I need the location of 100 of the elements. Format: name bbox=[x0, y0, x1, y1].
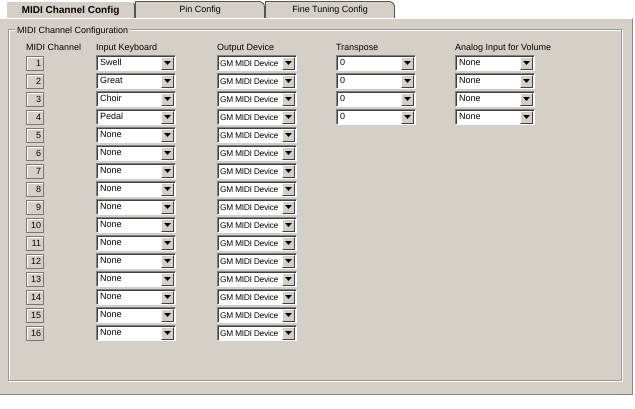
dropdown[interactable]: 0 bbox=[336, 55, 416, 71]
caret-icon bbox=[164, 277, 171, 281]
channel-number: 13 bbox=[26, 272, 44, 286]
caret-icon bbox=[285, 205, 292, 209]
caret-icon bbox=[285, 313, 292, 317]
column-header: Analog Input for Volume bbox=[455, 42, 552, 52]
caret-icon bbox=[285, 151, 292, 155]
channel-number: 14 bbox=[26, 290, 44, 304]
dropdown[interactable]: Pedal bbox=[96, 109, 176, 125]
channel-number: 6 bbox=[26, 146, 44, 160]
caret-icon bbox=[523, 61, 530, 65]
column-header: MIDI Channel bbox=[26, 42, 82, 52]
channel-number: 8 bbox=[26, 182, 44, 196]
caret-icon bbox=[164, 151, 171, 155]
caret-icon bbox=[523, 97, 530, 101]
column-header: Transpose bbox=[336, 42, 378, 52]
tab[interactable]: MIDI Channel Config bbox=[5, 0, 135, 18]
dropdown[interactable]: GM MIDI Device bbox=[217, 217, 297, 233]
caret-icon bbox=[285, 97, 292, 101]
dropdown[interactable]: 0 bbox=[336, 91, 416, 107]
channel-number: 16 bbox=[26, 326, 44, 340]
dropdown[interactable]: GM MIDI Device bbox=[217, 127, 297, 143]
caret-icon bbox=[285, 187, 292, 191]
caret-icon bbox=[285, 241, 292, 245]
caret-icon bbox=[164, 205, 171, 209]
dropdown[interactable]: GM MIDI Device bbox=[217, 199, 297, 215]
channel-number: 9 bbox=[26, 200, 44, 214]
tab[interactable]: Pin Config bbox=[135, 1, 265, 18]
caret-icon bbox=[285, 223, 292, 227]
channel-number: 1 bbox=[26, 56, 44, 70]
caret-icon bbox=[404, 115, 411, 119]
caret-icon bbox=[164, 115, 171, 119]
caret-icon bbox=[164, 79, 171, 83]
caret-icon bbox=[285, 295, 292, 299]
dropdown[interactable]: None bbox=[96, 199, 176, 215]
dropdown[interactable]: GM MIDI Device bbox=[217, 271, 297, 287]
dropdown[interactable]: GM MIDI Device bbox=[217, 163, 297, 179]
dropdown[interactable]: None bbox=[455, 73, 535, 89]
dropdown[interactable]: None bbox=[455, 55, 535, 71]
tab[interactable]: Fine Tuning Config bbox=[265, 1, 395, 18]
caret-icon bbox=[404, 79, 411, 83]
channel-number: 4 bbox=[26, 110, 44, 124]
dropdown[interactable]: None bbox=[96, 253, 176, 269]
channel-number: 10 bbox=[26, 218, 44, 232]
dropdown[interactable]: GM MIDI Device bbox=[217, 91, 297, 107]
caret-icon bbox=[285, 259, 292, 263]
dropdown[interactable]: GM MIDI Device bbox=[217, 253, 297, 269]
dropdown[interactable]: Great bbox=[96, 73, 176, 89]
caret-icon bbox=[164, 133, 171, 137]
caret-icon bbox=[164, 223, 171, 227]
dropdown[interactable]: GM MIDI Device bbox=[217, 181, 297, 197]
caret-icon bbox=[164, 241, 171, 245]
dropdown[interactable]: None bbox=[96, 325, 176, 341]
caret-icon bbox=[164, 313, 171, 317]
dropdown[interactable]: Choir bbox=[96, 91, 176, 107]
caret-icon bbox=[523, 115, 530, 119]
caret-icon bbox=[285, 79, 292, 83]
dropdown[interactable]: GM MIDI Device bbox=[217, 145, 297, 161]
dropdown[interactable]: None bbox=[96, 145, 176, 161]
dropdown[interactable]: 0 bbox=[336, 109, 416, 125]
caret-icon bbox=[164, 295, 171, 299]
dropdown[interactable]: None bbox=[96, 217, 176, 233]
dropdown[interactable]: GM MIDI Device bbox=[217, 73, 297, 89]
caret-icon bbox=[285, 115, 292, 119]
caret-icon bbox=[404, 61, 411, 65]
caret-icon bbox=[523, 79, 530, 83]
channel-number: 7 bbox=[26, 164, 44, 178]
caret-icon bbox=[164, 187, 171, 191]
caret-icon bbox=[164, 97, 171, 101]
caret-icon bbox=[285, 169, 292, 173]
dropdown[interactable]: None bbox=[96, 163, 176, 179]
dropdown[interactable]: GM MIDI Device bbox=[217, 55, 297, 71]
dropdown[interactable]: None bbox=[96, 127, 176, 143]
dropdown[interactable]: GM MIDI Device bbox=[217, 289, 297, 305]
column-header: Input Keyboard bbox=[96, 42, 158, 52]
caret-icon bbox=[404, 97, 411, 101]
channel-number: 2 bbox=[26, 74, 44, 88]
dropdown[interactable]: None bbox=[96, 235, 176, 251]
dropdown[interactable]: None bbox=[96, 307, 176, 323]
dropdown[interactable]: None bbox=[455, 91, 535, 107]
dropdown[interactable]: GM MIDI Device bbox=[217, 325, 297, 341]
caret-icon bbox=[164, 259, 171, 263]
dropdown[interactable]: 0 bbox=[336, 73, 416, 89]
caret-icon bbox=[285, 61, 292, 65]
dropdown[interactable]: None bbox=[96, 271, 176, 287]
group-title: MIDI Channel Configuration bbox=[15, 24, 130, 38]
dropdown[interactable]: None bbox=[455, 109, 535, 125]
caret-icon bbox=[164, 169, 171, 173]
dropdown[interactable]: Swell bbox=[96, 55, 176, 71]
caret-icon bbox=[285, 133, 292, 137]
dropdown[interactable]: GM MIDI Device bbox=[217, 109, 297, 125]
dropdown[interactable]: GM MIDI Device bbox=[217, 235, 297, 251]
channel-number: 11 bbox=[26, 236, 44, 250]
channel-number: 12 bbox=[26, 254, 44, 268]
dropdown[interactable]: None bbox=[96, 289, 176, 305]
dropdown[interactable]: GM MIDI Device bbox=[217, 307, 297, 323]
channel-number: 3 bbox=[26, 92, 44, 106]
dropdown[interactable]: None bbox=[96, 181, 176, 197]
caret-icon bbox=[285, 277, 292, 281]
column-header: Output Device bbox=[217, 42, 274, 52]
